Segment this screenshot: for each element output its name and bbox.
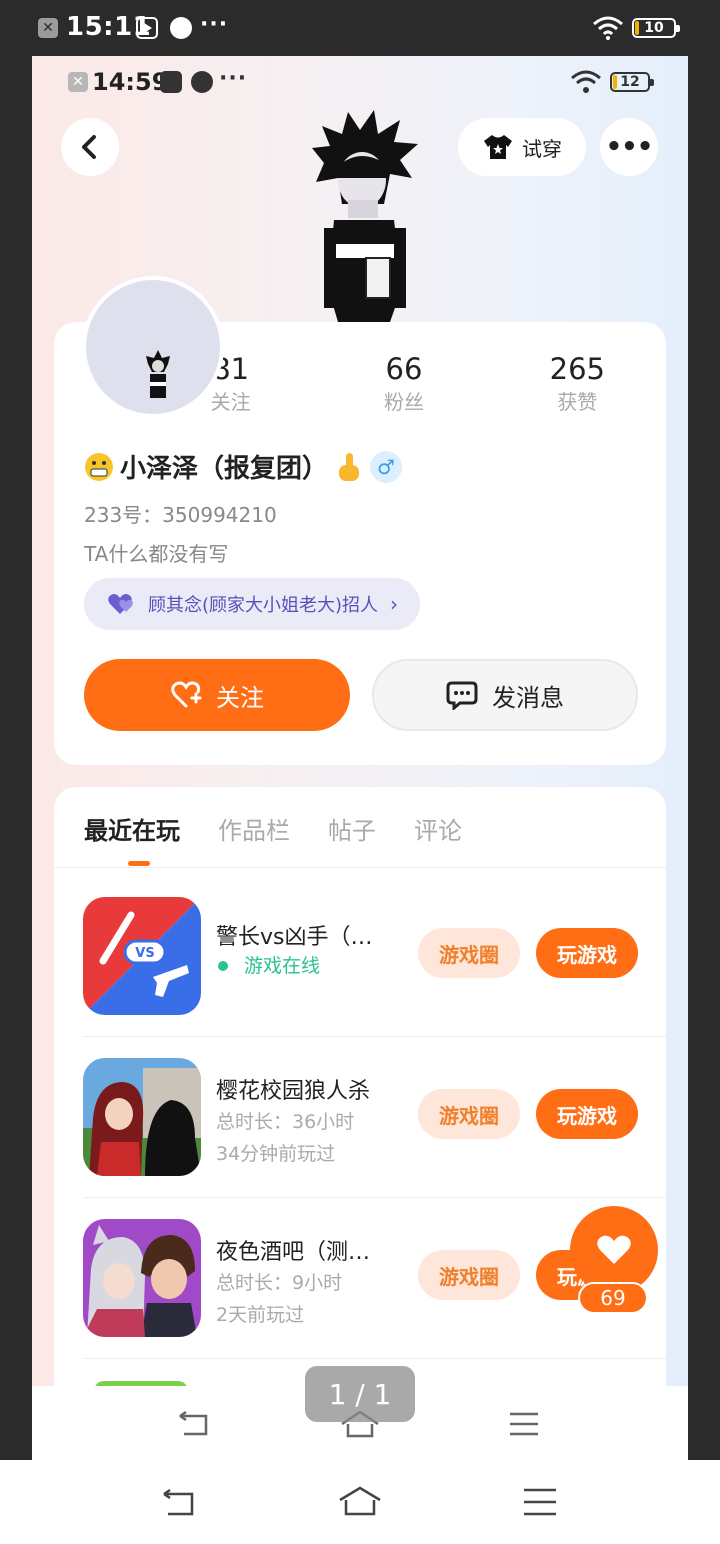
- game-duration: 总时长：9小时: [216, 1272, 343, 1294]
- tab-divider: [54, 867, 666, 868]
- back-nav-icon[interactable]: [176, 1410, 212, 1438]
- user-bio: TA什么都没有写: [84, 542, 229, 566]
- game-duration: 总时长：36小时: [216, 1111, 355, 1133]
- inner-status-bar: ✕ 14:59 ··· 12: [32, 56, 688, 108]
- tab-comments[interactable]: 评论: [414, 811, 462, 846]
- like-count: 69: [578, 1282, 648, 1314]
- chevron-left-icon: [82, 135, 96, 159]
- list-item[interactable]: 夜色酒吧（测… 总时长：9小时 2天前玩过 游戏圈 玩游戏: [54, 1198, 666, 1358]
- wifi-icon: [571, 70, 601, 93]
- row-divider: [83, 1358, 666, 1359]
- heart-icon: [597, 1235, 631, 1264]
- content-card: 最近在玩 作品栏 帖子 评论 VS 警长vs凶手（… 游戏在线 游戏圈 玩游戏 …: [54, 787, 666, 1460]
- like-fab[interactable]: [570, 1206, 658, 1294]
- list-item[interactable]: 樱花校园狼人杀 总时长：36小时 34分钟前玩过 游戏圈 玩游戏: [54, 1037, 666, 1197]
- message-button[interactable]: 发消息: [372, 659, 638, 731]
- avatar-mini-figure: [146, 350, 170, 398]
- tab-bar: 最近在玩 作品栏 帖子 评论: [84, 811, 462, 846]
- avatar[interactable]: [82, 276, 224, 418]
- hand-emoji-icon: [339, 452, 360, 481]
- home-nav-icon[interactable]: [336, 1484, 384, 1518]
- app-screen: ✕ 14:59 ··· 12 试穿 ••• 81 关注 66 粉丝 265 获赞…: [32, 56, 688, 1460]
- user-id: 233号：350994210: [84, 503, 277, 527]
- user-name: 小泽泽（报复团）: [120, 454, 329, 484]
- wifi-icon: [593, 16, 623, 40]
- sim-off-icon: ✕: [38, 18, 58, 38]
- stat-likes[interactable]: 265 获赞: [527, 352, 627, 415]
- try-on-label: 试穿: [522, 136, 562, 161]
- list-item[interactable]: VS 警长vs凶手（… 游戏在线 游戏圈 玩游戏: [54, 877, 666, 1037]
- game-status: 游戏在线: [244, 955, 321, 977]
- compass-icon: [191, 71, 213, 93]
- message-label: 发消息: [492, 683, 564, 712]
- svg-text:VS: VS: [135, 946, 154, 961]
- back-nav-icon[interactable]: [160, 1488, 198, 1518]
- inner-status-time: 14:59: [92, 68, 169, 96]
- tab-works[interactable]: 作品栏: [218, 811, 290, 846]
- heart-plus-icon: [171, 681, 202, 708]
- online-dot-icon: [218, 961, 228, 971]
- sim-off-icon: ✕: [68, 72, 88, 92]
- game-last-played: 34分钟前玩过: [216, 1143, 336, 1165]
- user-name-row: 小泽泽（报复团） ♂: [84, 448, 403, 485]
- double-heart-icon: [108, 594, 133, 614]
- game-last-played: 2天前玩过: [216, 1304, 305, 1326]
- more-notifications-icon: ···: [200, 12, 229, 37]
- fans-label: 粉丝: [383, 390, 424, 414]
- menu-nav-icon[interactable]: [508, 1412, 540, 1436]
- chat-bubble-icon: [446, 681, 478, 710]
- game-title: 警长vs凶手（…: [216, 925, 373, 950]
- battery-indicator: 10: [632, 18, 680, 38]
- team-recruit-pill[interactable]: 顾其念(顾家大小姐老大)招人 ›: [84, 578, 421, 630]
- game-title: 樱花校园狼人杀: [216, 1079, 371, 1104]
- game-circle-button[interactable]: 游戏圈: [418, 1250, 520, 1300]
- game-icon-bar: [83, 1219, 201, 1337]
- chevron-right-icon: ›: [390, 592, 399, 616]
- tab-indicator: [128, 861, 150, 866]
- more-icon: •••: [605, 132, 654, 162]
- back-button[interactable]: [61, 118, 119, 176]
- more-options-button[interactable]: •••: [600, 118, 658, 176]
- play-game-button[interactable]: 玩游戏: [536, 928, 638, 978]
- likes-count: 265: [549, 352, 605, 386]
- game-title: 夜色酒吧（测…: [216, 1240, 371, 1265]
- media-icon: [160, 71, 182, 93]
- battery-level: 12: [620, 74, 640, 90]
- game-circle-button[interactable]: 游戏圈: [418, 928, 520, 978]
- game-icon-sakura: [83, 1058, 201, 1176]
- try-on-button[interactable]: 试穿: [458, 118, 586, 176]
- avatar-figure-image: [312, 110, 418, 322]
- tab-recent-played[interactable]: 最近在玩: [84, 811, 180, 846]
- game-icon-sheriff: VS: [83, 897, 201, 1015]
- system-nav-bar: [0, 1460, 720, 1544]
- game-circle-button[interactable]: 游戏圈: [418, 1089, 520, 1139]
- tab-posts[interactable]: 帖子: [328, 811, 376, 846]
- compass-icon: [170, 17, 192, 39]
- follow-button[interactable]: 关注: [84, 659, 350, 731]
- male-gender-icon: ♂: [370, 450, 403, 483]
- follow-label: 关注: [216, 683, 264, 712]
- play-game-button[interactable]: 玩游戏: [536, 1089, 638, 1139]
- stat-fans[interactable]: 66 粉丝: [354, 352, 454, 415]
- outer-status-bar: ✕ 15:11 ··· 10: [0, 0, 720, 56]
- page-indicator: 1 / 1: [305, 1366, 415, 1422]
- battery-indicator: 12: [610, 72, 654, 92]
- emoji-grimace-icon: [85, 452, 113, 481]
- fans-count: 66: [385, 352, 423, 386]
- likes-label: 获赞: [557, 390, 598, 414]
- more-notifications-icon: ···: [219, 66, 248, 91]
- team-recruit-text: 顾其念(顾家大小姐老大)招人: [148, 595, 379, 616]
- media-icon: [136, 17, 158, 39]
- menu-nav-icon[interactable]: [522, 1488, 558, 1516]
- battery-level: 10: [644, 20, 664, 36]
- tshirt-icon: [484, 135, 512, 159]
